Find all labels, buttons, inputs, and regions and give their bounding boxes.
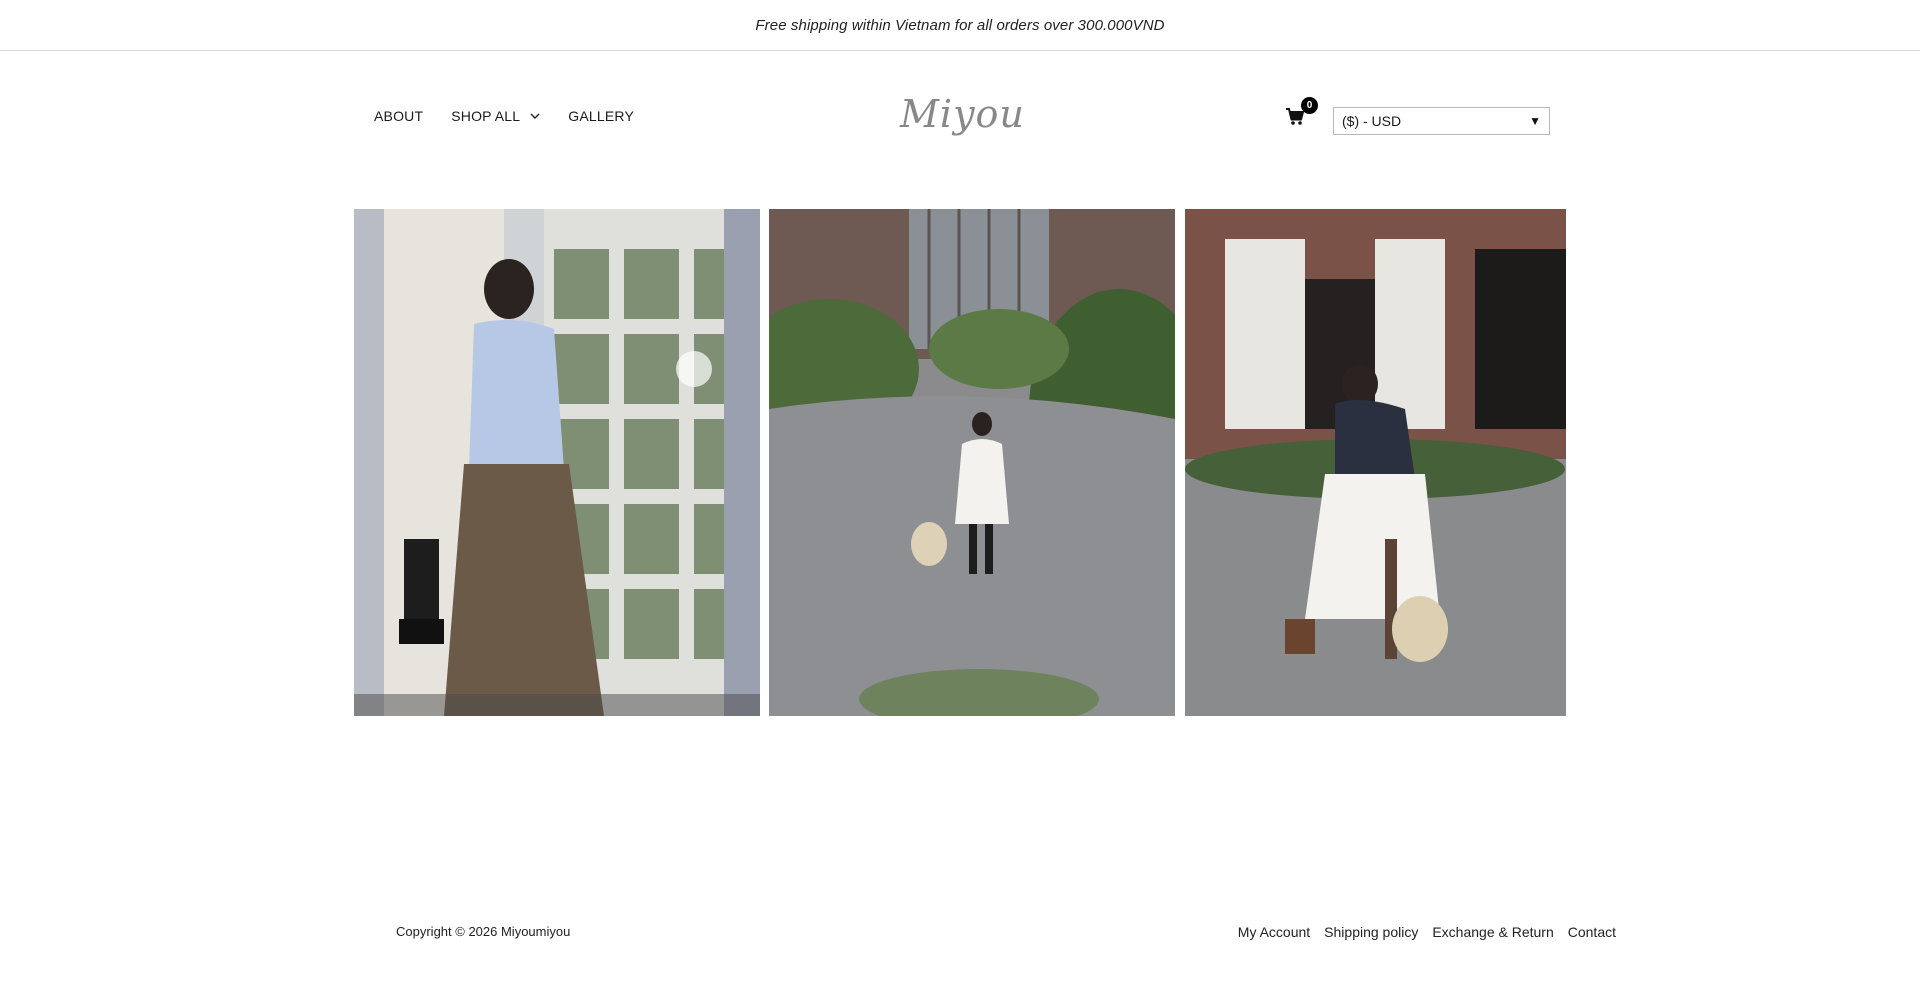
nav-item-gallery[interactable]: GALLERY (568, 108, 634, 124)
announcement-bar: Free shipping within Vietnam for all ord… (0, 0, 1920, 51)
nav-label-shop-all: SHOP ALL (451, 108, 521, 124)
nav-label-about: ABOUT (374, 108, 424, 124)
site-logo[interactable]: Miyou (900, 92, 1024, 144)
gallery-image-2[interactable] (769, 209, 1175, 716)
currency-select[interactable]: ($) - USD ▼ (1333, 107, 1550, 135)
footer-link-contact[interactable]: Contact (1568, 924, 1616, 940)
nav-item-shop-all[interactable]: SHOP ALL (451, 108, 540, 124)
chevron-down-icon (530, 113, 540, 119)
footer-links: My Account Shipping policy Exchange & Re… (1224, 924, 1616, 940)
nav-label-gallery: GALLERY (568, 108, 635, 124)
currency-selected-value: ($) - USD (1342, 113, 1402, 129)
footer-link-exchange-return[interactable]: Exchange & Return (1432, 924, 1553, 940)
footer-link-shipping-policy[interactable]: Shipping policy (1324, 924, 1418, 940)
footer-link-my-account[interactable]: My Account (1238, 924, 1310, 940)
nav-item-about[interactable]: ABOUT (374, 108, 423, 124)
dropdown-arrow-icon: ▼ (1529, 114, 1541, 128)
main-nav: ABOUT SHOP ALL GALLERY (374, 108, 662, 124)
logo-text: Miyou (900, 92, 1025, 136)
gallery-image-3[interactable] (1185, 209, 1566, 716)
footer-copyright: Copyright © 2026 Miyoumiyou (396, 924, 571, 939)
gallery-image-1[interactable] (354, 209, 760, 716)
announcement-text: Free shipping within Vietnam for all ord… (755, 16, 1165, 34)
cart-count-badge: 0 (1301, 97, 1318, 114)
